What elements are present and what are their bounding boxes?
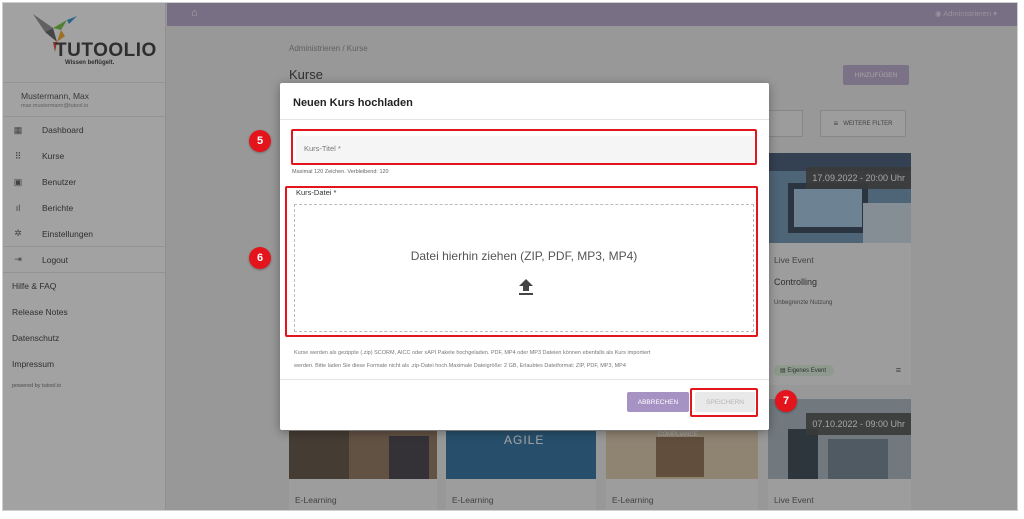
app-window: TUTOOLIO Wissen beflügelt. Mustermann, M…: [2, 2, 1018, 511]
divider: [280, 379, 769, 380]
cancel-button[interactable]: ABBRECHEN: [627, 392, 689, 412]
highlight-save-button: [690, 388, 758, 417]
upload-info: Kurse werden als gezippte (.zip) SCORM, …: [294, 347, 756, 373]
divider: [280, 119, 769, 120]
upload-info-line: Kurse werden als gezippte (.zip) SCORM, …: [294, 350, 651, 356]
character-counter: Maximal 120 Zeichen. Verbleibend: 120: [292, 169, 389, 175]
step-marker-7: 7: [775, 390, 797, 412]
step-marker-6: 6: [249, 247, 271, 269]
highlight-dropzone: [285, 186, 758, 337]
dialog-title: Neuen Kurs hochladen: [293, 97, 413, 109]
step-marker-5: 5: [249, 130, 271, 152]
highlight-title-field: [291, 129, 757, 165]
upload-info-line: werden. Bitte laden Sie diese Formate ni…: [294, 363, 626, 369]
